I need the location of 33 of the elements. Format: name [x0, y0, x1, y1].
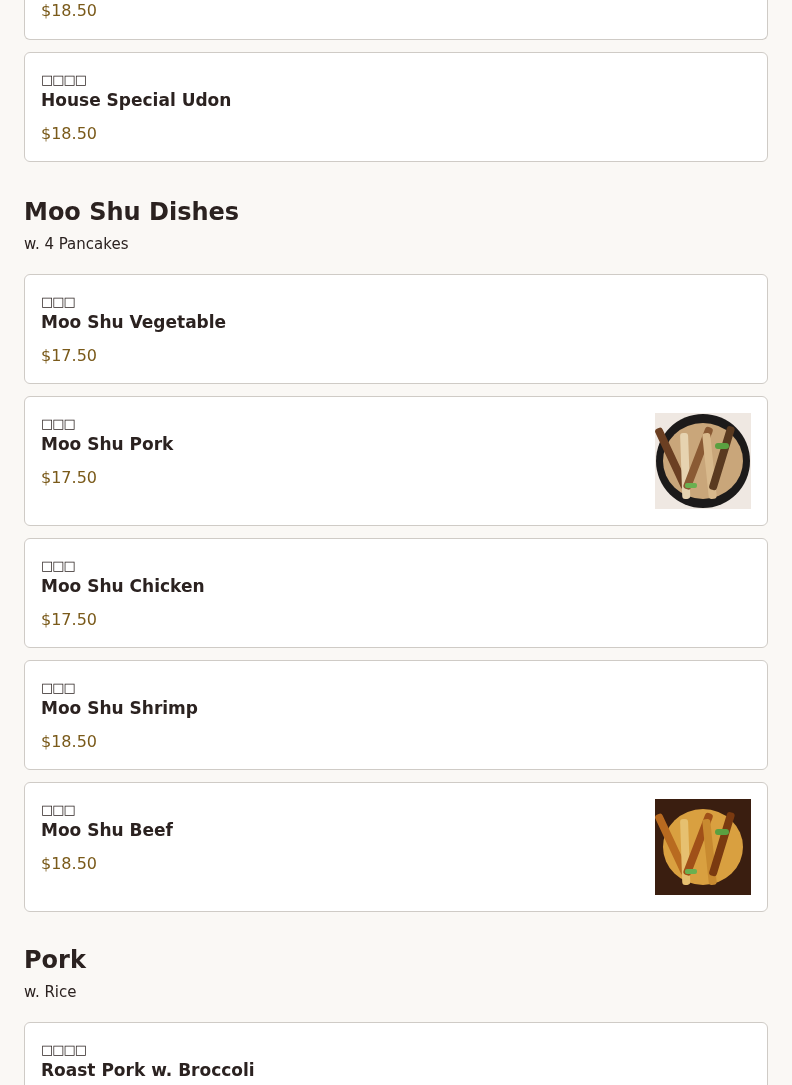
section-title: Moo Shu Dishes [24, 198, 241, 226]
price: $18.50 [41, 731, 98, 753]
dish-name: Moo Shu Beef [41, 819, 173, 841]
menu-item-card[interactable]: □□□ Moo Shu Chicken $17.50 [24, 538, 768, 648]
chinese-name: □□□ [41, 293, 76, 311]
chinese-name: □□□ [41, 801, 76, 819]
dish-name: Moo Shu Shrimp [41, 697, 198, 719]
dish-name: Roast Pork w. Broccoli [41, 1059, 255, 1081]
menu-item-card[interactable]: $18.50 [24, 0, 768, 40]
price: $17.50 [41, 345, 98, 367]
section-subtitle: w. 4 Pancakes [24, 234, 130, 254]
menu-item-card[interactable]: □□□ Moo Shu Pork $17.50 [24, 396, 768, 526]
menu-item-card[interactable]: □□□□ House Special Udon $18.50 [24, 52, 768, 162]
menu-item-card[interactable]: □□□ Moo Shu Shrimp $18.50 [24, 660, 768, 770]
price: $18.50 [41, 123, 98, 145]
menu-item-card[interactable]: □□□ Moo Shu Beef $18.50 [24, 782, 768, 912]
dish-name: Moo Shu Chicken [41, 575, 205, 597]
chinese-name: □□□ [41, 679, 76, 697]
section-title: Pork [24, 946, 87, 974]
price: $18.50 [41, 0, 97, 22]
price: $17.50 [41, 609, 98, 631]
chinese-name: □□□□ [41, 71, 88, 89]
menu-item-card[interactable]: □□□□ Roast Pork w. Broccoli [24, 1022, 768, 1085]
chinese-name: □□□□ [41, 1041, 88, 1059]
dish-name: Moo Shu Pork [41, 433, 174, 455]
section-subtitle: w. Rice [24, 982, 78, 1002]
dish-name: House Special Udon [41, 89, 232, 111]
price: $18.50 [41, 853, 98, 875]
menu-item-card[interactable]: □□□ Moo Shu Vegetable $17.50 [24, 274, 768, 384]
chinese-name: □□□ [41, 415, 76, 433]
price: $17.50 [41, 467, 98, 489]
dish-name: Moo Shu Vegetable [41, 311, 227, 333]
chinese-name: □□□ [41, 557, 76, 575]
